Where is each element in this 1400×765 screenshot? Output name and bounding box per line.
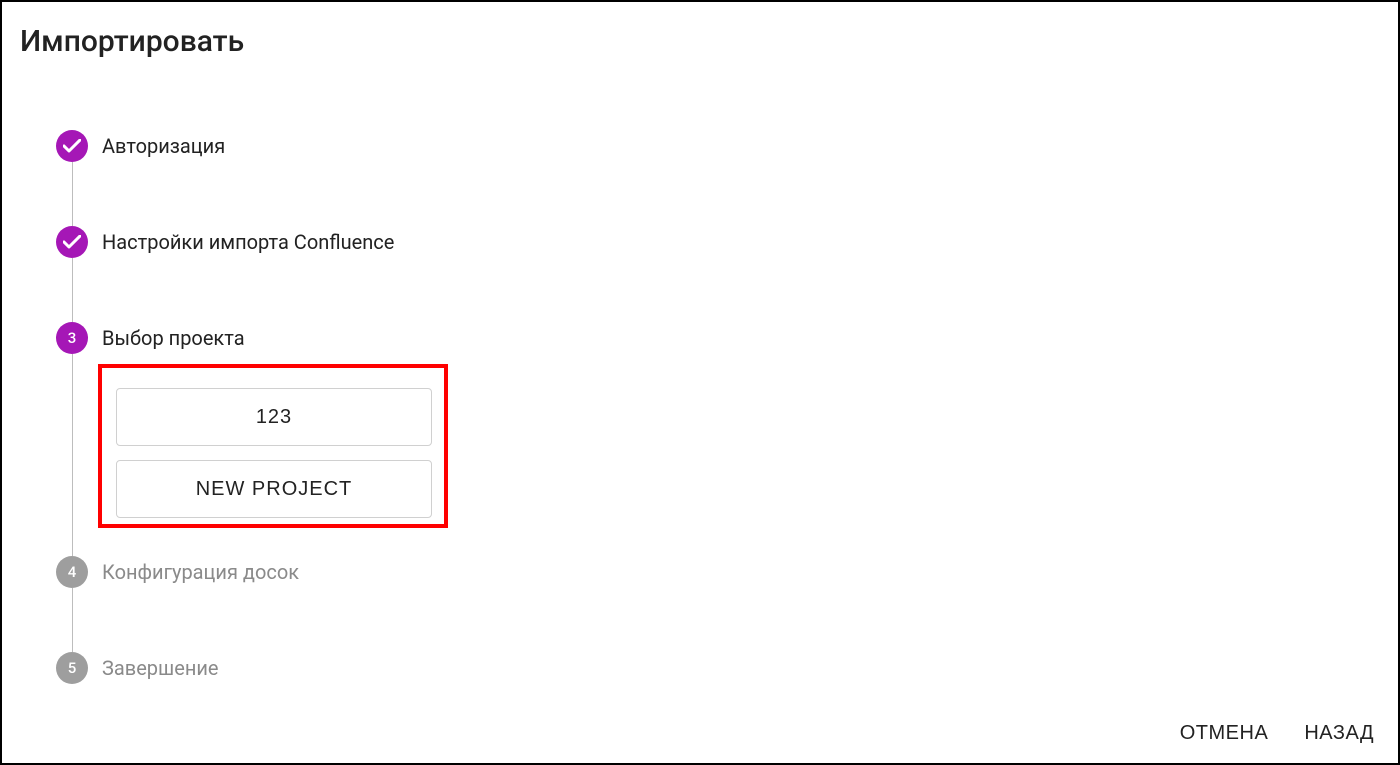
step-authorization: Авторизация — [56, 130, 1398, 162]
step-connector — [56, 588, 88, 652]
step-import-settings: Настройки импорта Confluence — [56, 226, 1398, 258]
step-label: Выбор проекта — [102, 322, 245, 354]
step-connector — [56, 258, 88, 322]
cancel-button[interactable]: ОТМЕНА — [1180, 722, 1269, 745]
dialog-frame: Импортировать Авторизация — [0, 0, 1400, 765]
check-icon — [63, 235, 81, 249]
check-icon — [63, 139, 81, 153]
step-label: Настройки импорта Confluence — [102, 226, 394, 258]
project-option-new[interactable]: NEW PROJECT — [116, 460, 432, 518]
step-badge-done — [56, 226, 88, 258]
step-connector — [56, 162, 88, 226]
step-badge-pending: 5 — [56, 652, 88, 684]
step-select-project: 3 Выбор проекта — [56, 322, 1398, 354]
step-finish: 5 Завершение — [56, 652, 1398, 684]
step-board-config: 4 Конфигурация досок — [56, 556, 1398, 588]
back-button[interactable]: НАЗАД — [1304, 722, 1374, 745]
step-connector: 123 NEW PROJECT — [56, 354, 88, 556]
content-scroll[interactable]: Авторизация Настройки импорта Confluence… — [2, 82, 1398, 701]
step-label: Авторизация — [102, 130, 225, 162]
step-label: Конфигурация досок — [102, 556, 299, 588]
project-option-123[interactable]: 123 — [116, 388, 432, 446]
dialog-footer: ОТМЕНА НАЗАД — [1180, 722, 1374, 745]
step-badge-active: 3 — [56, 322, 88, 354]
project-options: 123 NEW PROJECT — [116, 380, 432, 518]
page-title: Импортировать — [20, 24, 244, 59]
import-stepper: Авторизация Настройки импорта Confluence… — [56, 82, 1398, 701]
step-badge-pending: 4 — [56, 556, 88, 588]
step-badge-done — [56, 130, 88, 162]
step-label: Завершение — [102, 652, 219, 684]
